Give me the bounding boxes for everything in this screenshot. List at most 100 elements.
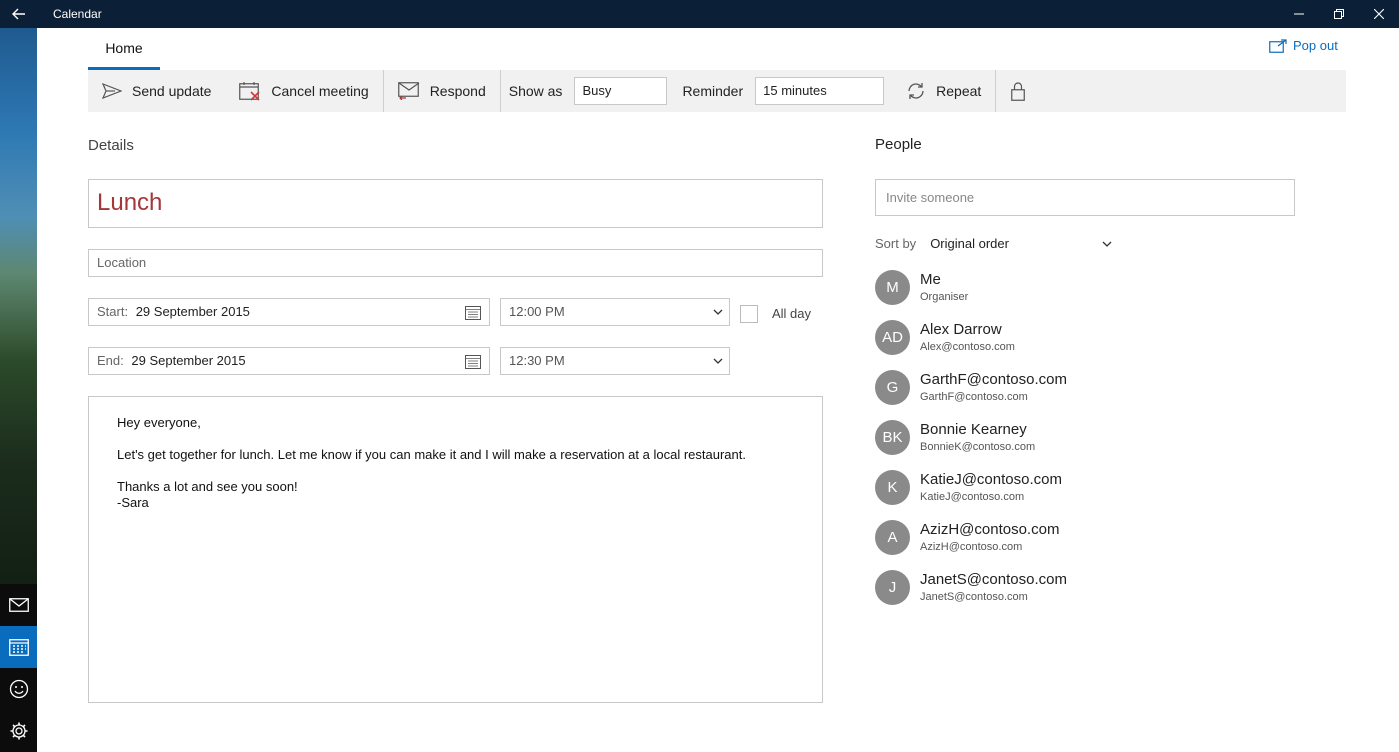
repeat-icon bbox=[908, 83, 924, 99]
start-time-dropdown[interactable]: 12:00 PM bbox=[500, 298, 730, 326]
attendee-detail: Alex@contoso.com bbox=[920, 340, 1015, 353]
end-time-value: 12:30 PM bbox=[509, 353, 565, 368]
app-rail bbox=[0, 28, 37, 752]
end-time-dropdown[interactable]: 12:30 PM bbox=[500, 347, 730, 375]
sort-by-value: Original order bbox=[930, 236, 1009, 251]
attendee-name: AzizH@contoso.com bbox=[920, 520, 1060, 538]
attendee-detail: KatieJ@contoso.com bbox=[920, 490, 1025, 503]
attendee-name: GarthF@contoso.com bbox=[920, 370, 1067, 388]
respond-icon bbox=[397, 82, 420, 100]
private-lock-button[interactable] bbox=[996, 70, 1040, 112]
pop-out-button[interactable]: Pop out bbox=[1269, 38, 1338, 53]
avatar: A bbox=[875, 519, 910, 555]
all-day-checkbox[interactable] bbox=[740, 305, 758, 323]
avatar: M bbox=[875, 269, 910, 305]
respond-button[interactable]: Respond bbox=[384, 70, 500, 112]
cancel-meeting-button[interactable]: Cancel meeting bbox=[225, 70, 382, 112]
attendee-item[interactable]: A AzizH@contoso.com AzizH@contoso.com bbox=[875, 517, 1059, 557]
body-line: Let's get together for lunch. Let me kno… bbox=[117, 447, 746, 462]
sort-by-label: Sort by bbox=[875, 236, 917, 251]
settings-nav-button[interactable] bbox=[0, 710, 37, 752]
attendee-detail: BonnieK@contoso.com bbox=[920, 440, 1036, 453]
back-button[interactable] bbox=[0, 0, 37, 28]
attendee-name: Me bbox=[920, 270, 941, 288]
calendar-icon bbox=[465, 355, 481, 369]
attendee-item[interactable]: J JanetS@contoso.com JanetS@contoso.com bbox=[875, 567, 1067, 607]
attendee-detail: JanetS@contoso.com bbox=[920, 590, 1028, 603]
attendee-detail: GarthF@contoso.com bbox=[920, 390, 1028, 403]
command-toolbar: Send update Cancel meeting Respond Show … bbox=[88, 70, 1346, 112]
tab-home[interactable]: Home bbox=[88, 36, 160, 70]
back-arrow-icon bbox=[11, 8, 25, 20]
respond-label: Respond bbox=[429, 83, 486, 99]
start-date-value: 29 September 2015 bbox=[135, 304, 250, 319]
start-label: Start: bbox=[97, 304, 129, 319]
avatar: G bbox=[875, 369, 910, 405]
attendee-name: Alex Darrow bbox=[920, 320, 1002, 338]
gear-icon bbox=[10, 722, 27, 740]
show-as-dropdown[interactable]: Busy bbox=[574, 77, 668, 105]
subject-input[interactable]: Lunch bbox=[88, 179, 823, 228]
repeat-label: Repeat bbox=[936, 83, 982, 99]
body-line: -Sara bbox=[117, 495, 149, 510]
all-day-label: All day bbox=[772, 306, 812, 321]
end-date-value: 29 September 2015 bbox=[131, 353, 246, 368]
restore-button[interactable] bbox=[1319, 0, 1359, 28]
attendee-item[interactable]: G GarthF@contoso.com GarthF@contoso.com bbox=[875, 367, 1067, 407]
send-icon bbox=[102, 83, 122, 99]
mail-icon bbox=[8, 598, 29, 612]
reminder-dropdown[interactable]: 15 minutes bbox=[755, 77, 885, 105]
reminder-label: Reminder bbox=[682, 83, 744, 99]
window-title: Calendar bbox=[53, 7, 102, 21]
avatar: K bbox=[875, 469, 910, 505]
pop-out-icon bbox=[1269, 38, 1287, 53]
calendar-nav-button[interactable] bbox=[0, 626, 37, 668]
minimize-button[interactable] bbox=[1279, 0, 1319, 28]
attendee-detail: AzizH@contoso.com bbox=[920, 540, 1023, 553]
attendee-item[interactable]: M Me Organiser bbox=[875, 267, 968, 307]
attendee-item[interactable]: BK Bonnie Kearney BonnieK@contoso.com bbox=[875, 417, 1035, 457]
message-body-editor[interactable]: Hey everyone, Let's get together for lun… bbox=[88, 396, 823, 703]
restore-icon bbox=[1334, 9, 1344, 19]
feedback-nav-button[interactable] bbox=[0, 668, 37, 710]
start-time-value: 12:00 PM bbox=[509, 304, 565, 319]
attendee-name: KatieJ@contoso.com bbox=[920, 470, 1062, 488]
window-controls bbox=[1279, 0, 1399, 28]
minimize-icon bbox=[1294, 13, 1304, 15]
calendar-icon bbox=[465, 306, 481, 320]
show-as-label: Show as bbox=[508, 83, 563, 99]
rail-nav bbox=[0, 584, 37, 752]
calendar-icon bbox=[8, 639, 29, 656]
invite-someone-input[interactable]: Invite someone bbox=[875, 179, 1295, 216]
body-line: Thanks a lot and see you soon! bbox=[117, 479, 298, 494]
end-label: End: bbox=[97, 353, 124, 368]
avatar: BK bbox=[875, 419, 910, 455]
attendee-name: JanetS@contoso.com bbox=[920, 570, 1067, 588]
avatar: J bbox=[875, 569, 910, 605]
chevron-down-icon bbox=[1102, 241, 1112, 247]
details-heading: Details bbox=[88, 137, 134, 154]
close-icon bbox=[1374, 9, 1384, 19]
sort-by-control[interactable]: Sort by Original order bbox=[875, 236, 1112, 251]
send-update-label: Send update bbox=[132, 83, 212, 99]
attendee-name: Bonnie Kearney bbox=[920, 420, 1027, 438]
attendee-detail: Organiser bbox=[920, 290, 969, 303]
mail-nav-button[interactable] bbox=[0, 584, 37, 626]
chevron-down-icon bbox=[713, 309, 723, 315]
title-bar: Calendar bbox=[0, 0, 1399, 28]
location-input[interactable]: Location bbox=[88, 249, 823, 277]
pop-out-label: Pop out bbox=[1293, 38, 1338, 53]
lock-icon bbox=[1011, 82, 1026, 101]
close-button[interactable] bbox=[1359, 0, 1399, 28]
avatar: AD bbox=[875, 319, 910, 355]
start-date-picker[interactable]: Start: 29 September 2015 bbox=[88, 298, 490, 326]
cancel-meeting-label: Cancel meeting bbox=[271, 83, 369, 99]
send-update-button[interactable]: Send update bbox=[88, 70, 225, 112]
cancel-meeting-icon bbox=[239, 82, 260, 101]
body-line: Hey everyone, bbox=[117, 415, 201, 430]
repeat-button[interactable]: Repeat bbox=[884, 70, 995, 112]
attendee-item[interactable]: AD Alex Darrow Alex@contoso.com bbox=[875, 317, 1015, 357]
end-date-picker[interactable]: End: 29 September 2015 bbox=[88, 347, 490, 375]
people-heading: People bbox=[875, 136, 922, 153]
attendee-item[interactable]: K KatieJ@contoso.com KatieJ@contoso.com bbox=[875, 467, 1062, 507]
